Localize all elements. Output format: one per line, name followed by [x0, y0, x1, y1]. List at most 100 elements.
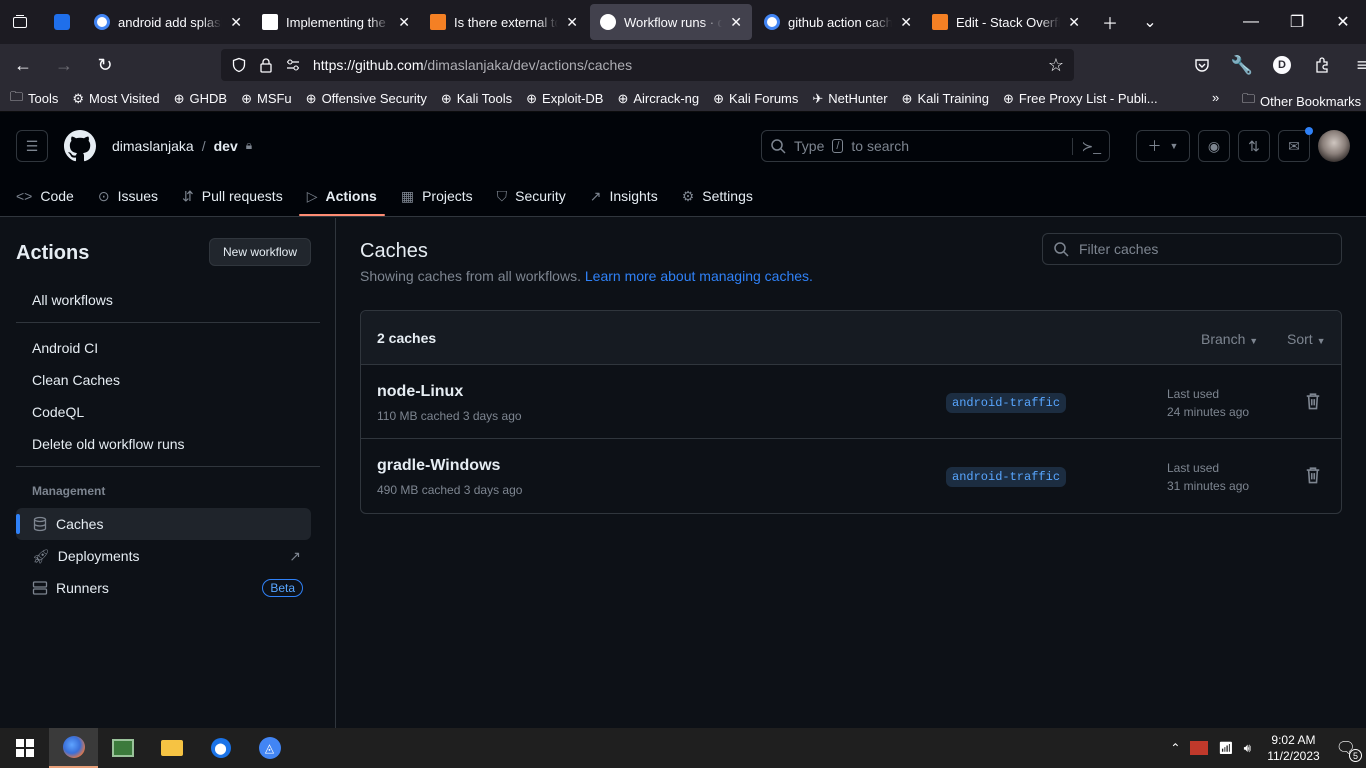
- bookmark-ghdb[interactable]: ⊕ GHDB: [174, 91, 227, 107]
- bookmark-most-visited[interactable]: ⚙ Most Visited: [72, 91, 159, 107]
- sidebar-item-workflow[interactable]: Clean Caches: [16, 364, 311, 396]
- bookmark-kali-training[interactable]: ⊕ Kali Training: [902, 91, 989, 107]
- tab-code[interactable]: <> Code: [16, 176, 74, 216]
- sidebar-item-workflow[interactable]: Delete old workflow runs: [16, 428, 311, 460]
- profile-button[interactable]: D: [1264, 47, 1300, 83]
- pinned-tab[interactable]: [40, 0, 84, 44]
- sidebar-item-deployments[interactable]: 🚀︎ Deployments ↗: [16, 540, 311, 572]
- owner-link[interactable]: dimaslanjaka: [112, 138, 194, 154]
- create-new-button[interactable]: ＋ ▼: [1136, 130, 1190, 162]
- bookmark-label: Other Bookmarks: [1260, 93, 1362, 109]
- firefox-icon[interactable]: [49, 728, 98, 768]
- close-icon[interactable]: ✕: [730, 14, 742, 31]
- bookmark-nethunter[interactable]: ✈ NetHunter: [812, 91, 887, 107]
- browser-tab[interactable]: github action cache ✕: [754, 0, 922, 44]
- browser-tab[interactable]: Edit - Stack Overflow ✕: [922, 0, 1090, 44]
- bookmarks-overflow-icon[interactable]: »: [1212, 90, 1219, 105]
- tab-projects[interactable]: ▦ Projects: [401, 176, 473, 216]
- restore-icon[interactable]: ❐: [1274, 0, 1320, 44]
- tab-insights[interactable]: ↗ Insights: [590, 176, 658, 216]
- branch-label[interactable]: android-traffic: [946, 393, 1067, 413]
- chevron-up-icon[interactable]: ⌃: [1170, 741, 1180, 755]
- volume-icon[interactable]: 🔊︎: [1244, 741, 1252, 756]
- url-bar[interactable]: https://github.com/dimaslanjaka/dev/acti…: [221, 49, 1074, 81]
- hamburger-icon[interactable]: ☰: [16, 130, 48, 162]
- branch-filter[interactable]: Branch ▼: [1201, 331, 1258, 347]
- command-palette-icon[interactable]: ≻_: [1072, 137, 1109, 155]
- trash-icon[interactable]: [1303, 465, 1323, 485]
- chevron-down-icon[interactable]: ⌄: [1130, 0, 1170, 44]
- bookmark-aircrack-ng[interactable]: ⊕ Aircrack-ng: [617, 91, 699, 107]
- bookmark-exploit-db[interactable]: ⊕ Exploit-DB: [526, 91, 603, 107]
- forward-icon[interactable]: →: [46, 47, 82, 83]
- filter-caches-input[interactable]: Filter caches: [1042, 233, 1342, 265]
- browser-tab-active[interactable]: Workflow runs · dima ✕: [590, 4, 752, 40]
- windows-start-icon[interactable]: [0, 728, 49, 768]
- new-tab-icon[interactable]: ＋: [1090, 0, 1130, 44]
- close-icon[interactable]: ✕: [1068, 14, 1080, 31]
- github-logo-icon[interactable]: [64, 130, 96, 162]
- sidebar-item-all-workflows[interactable]: All workflows: [16, 284, 311, 316]
- gear-icon: ⚙: [72, 90, 85, 106]
- hamburger-menu-icon[interactable]: ≡: [1344, 47, 1366, 83]
- lock-icon[interactable]: [259, 57, 273, 73]
- tab-issues[interactable]: ⊙ Issues: [98, 176, 158, 216]
- bookmark-offensive-security[interactable]: ⊕ Offensive Security: [306, 91, 427, 107]
- learn-more-link[interactable]: Learn more about managing caches.: [585, 268, 813, 284]
- minimize-icon[interactable]: —: [1228, 0, 1274, 44]
- file-explorer-icon[interactable]: [147, 728, 196, 768]
- tab-label: Actions: [325, 188, 377, 204]
- back-icon[interactable]: ←: [5, 47, 41, 83]
- bookmark-other[interactable]: 🗀 Other Bookmarks: [1242, 90, 1361, 112]
- close-icon[interactable]: ✕: [566, 14, 578, 31]
- last-used-value: 31 minutes ago: [1167, 479, 1250, 493]
- bookmark-kali-forums[interactable]: ⊕ Kali Forums: [713, 91, 798, 107]
- pull-requests-icon[interactable]: ⇅: [1238, 130, 1270, 162]
- tab-pull-requests[interactable]: ⇵ Pull requests: [182, 176, 283, 216]
- pocket-icon[interactable]: [1184, 47, 1220, 83]
- sidebar-item-caches[interactable]: Caches: [16, 508, 311, 540]
- permissions-icon[interactable]: [285, 57, 301, 73]
- maps-app-icon[interactable]: ⬤: [196, 728, 245, 768]
- close-icon[interactable]: ✕: [900, 14, 912, 31]
- close-icon[interactable]: ✕: [398, 14, 410, 31]
- sidebar-item-workflow[interactable]: CodeQL: [16, 396, 311, 428]
- bookmark-free-proxy-list[interactable]: ⊕ Free Proxy List - Publi...: [1003, 91, 1158, 107]
- avatar[interactable]: [1318, 130, 1350, 162]
- window-close-icon[interactable]: ✕: [1320, 0, 1366, 44]
- android-studio-icon[interactable]: ◬: [245, 728, 294, 768]
- url-text[interactable]: https://github.com/dimaslanjaka/dev/acti…: [313, 57, 632, 73]
- repo-link[interactable]: dev: [214, 138, 238, 154]
- browser-tab[interactable]: android add splash a ✕: [84, 0, 252, 44]
- tab-security[interactable]: ⛉ Security: [497, 176, 566, 216]
- sort-dropdown[interactable]: Sort ▼: [1287, 331, 1326, 347]
- sidebar-item-workflow[interactable]: Android CI: [16, 332, 311, 364]
- new-workflow-button[interactable]: New workflow: [209, 238, 311, 266]
- trash-icon[interactable]: [1303, 391, 1323, 411]
- star-icon[interactable]: ☆: [1048, 55, 1064, 76]
- tab-settings[interactable]: ⚙ Settings: [682, 176, 753, 216]
- extensions-icon[interactable]: [1304, 47, 1340, 83]
- shield-icon[interactable]: [231, 57, 247, 73]
- inbox-icon[interactable]: ✉: [1278, 127, 1313, 162]
- reload-icon[interactable]: ↻: [87, 47, 123, 83]
- bookmark-msfu[interactable]: ⊕ MSFu: [241, 91, 292, 107]
- browser-tab[interactable]: Is there external tool ✕: [420, 0, 588, 44]
- tab-list-icon[interactable]: [0, 0, 40, 44]
- tab-actions[interactable]: ▷ Actions: [298, 176, 385, 216]
- search-input[interactable]: Type / to search ≻_: [761, 130, 1110, 162]
- close-icon[interactable]: ✕: [230, 14, 242, 31]
- globe-icon: ⊕: [1003, 90, 1014, 106]
- tray-app-icon[interactable]: [1190, 741, 1209, 755]
- bookmark-tools[interactable]: 🗀 Tools: [10, 88, 58, 110]
- clock[interactable]: 9:02 AM 11/2/2023: [1267, 732, 1320, 764]
- branch-label[interactable]: android-traffic: [946, 467, 1067, 487]
- notifications-icon[interactable]: 🗨︎ 5: [1336, 738, 1362, 762]
- issues-icon[interactable]: ◉: [1198, 130, 1230, 162]
- wrench-icon[interactable]: 🔧: [1224, 47, 1260, 83]
- wifi-icon[interactable]: 📶︎: [1218, 741, 1233, 755]
- browser-tab[interactable]: Implementing the Pe ✕: [252, 0, 420, 44]
- bookmark-kali-tools[interactable]: ⊕ Kali Tools: [441, 91, 512, 107]
- sidebar-item-runners[interactable]: Runners Beta: [16, 572, 311, 604]
- terminal-app-icon[interactable]: [98, 728, 147, 768]
